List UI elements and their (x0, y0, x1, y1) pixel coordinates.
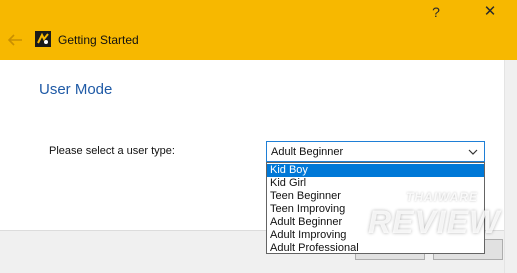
user-type-label: Please select a user type: (49, 145, 175, 157)
app-logo-icon (35, 31, 51, 47)
user-type-select[interactable]: Adult Beginner (266, 141, 485, 162)
user-type-option-kid-boy[interactable]: Kid Boy (267, 164, 484, 177)
watermark-main-text: REVIEW (368, 204, 501, 240)
page-heading: User Mode (39, 81, 113, 98)
help-button[interactable]: ? (424, 2, 448, 22)
chevron-down-icon[interactable] (468, 148, 478, 156)
close-button[interactable]: ✕ (478, 2, 502, 22)
window-title: Getting Started (58, 33, 139, 47)
user-type-select-value: Adult Beginner (271, 146, 344, 158)
user-type-option-kid-girl[interactable]: Kid Girl (267, 177, 484, 190)
arrow-left-icon[interactable] (5, 31, 25, 49)
watermark-top-text: THAIWARE (406, 190, 478, 204)
watermark: THAIWARE REVIEW (366, 190, 516, 260)
